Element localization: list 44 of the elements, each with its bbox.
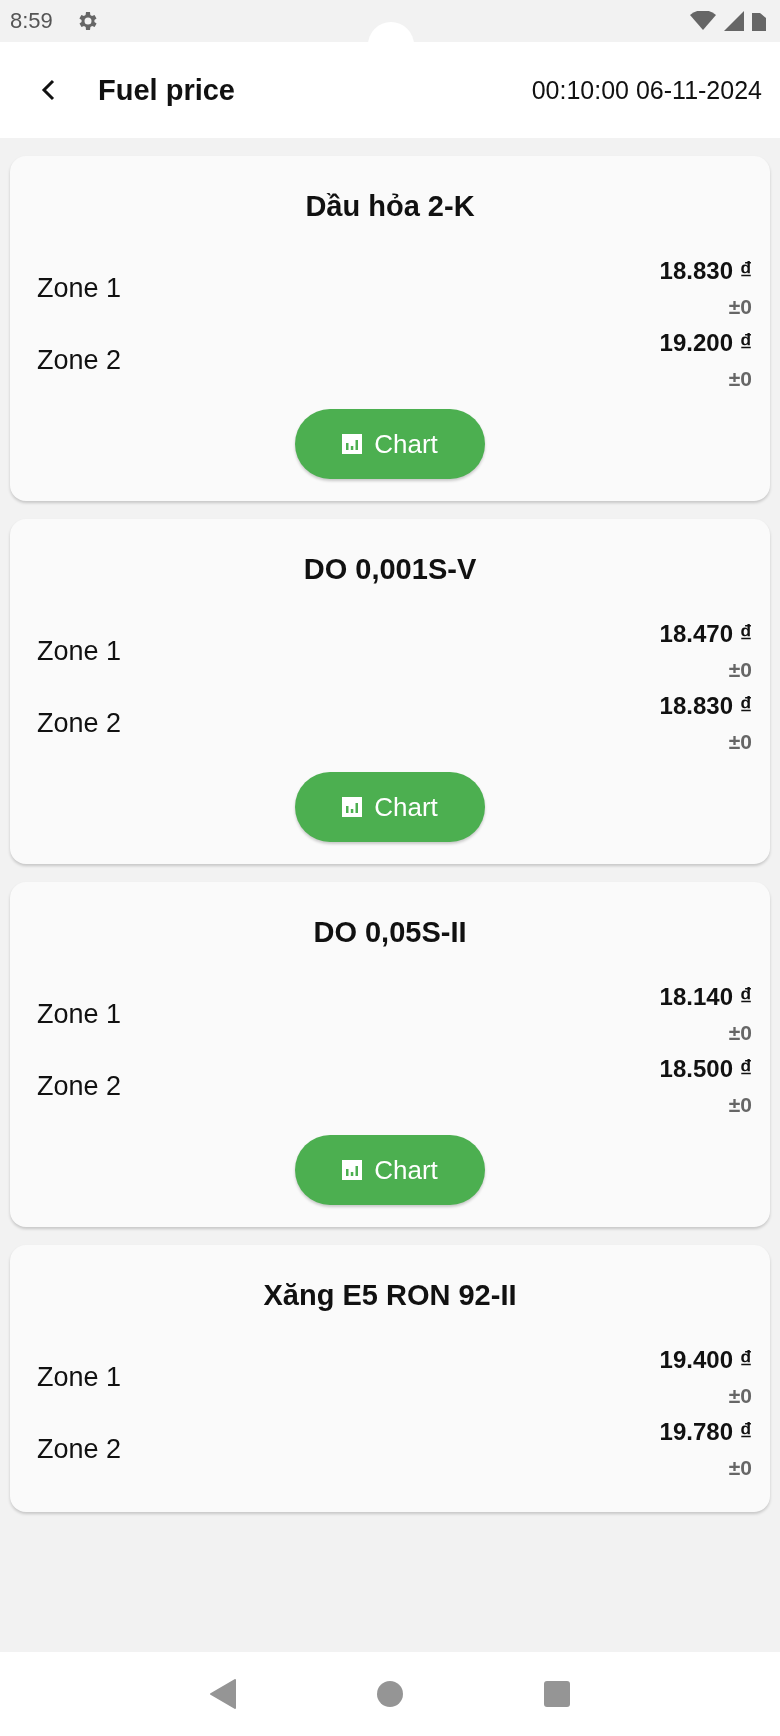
zone-label: Zone 1 [37, 272, 122, 304]
battery-icon [752, 11, 766, 31]
signal-icon [724, 11, 744, 31]
recents-nav-icon[interactable] [543, 1681, 570, 1707]
back-icon[interactable] [40, 78, 56, 102]
chart-button[interactable]: Chart [295, 1135, 485, 1205]
chart-icon [342, 434, 363, 454]
fuel-name: Xăng E5 RON 92-II [262, 1279, 518, 1312]
price: 18.830 ₫ [659, 257, 752, 285]
price-change: ±0 [728, 295, 752, 319]
zone-label: Zone 1 [37, 1361, 122, 1393]
page-title: Fuel price [98, 73, 235, 107]
price: 19.400 ₫ [659, 1346, 752, 1374]
chart-icon [342, 1160, 363, 1180]
price: 18.500 ₫ [659, 1055, 752, 1083]
price: 18.140 ₫ [659, 983, 752, 1011]
price-change: ±0 [728, 730, 752, 754]
fuel-name: DO 0,05S-II [312, 916, 468, 949]
price: 19.200 ₫ [659, 329, 752, 357]
chart-button[interactable]: Chart [295, 772, 485, 842]
back-nav-icon[interactable] [210, 1679, 237, 1709]
price-change: ±0 [728, 1021, 752, 1045]
price-change: ±0 [728, 367, 752, 391]
home-nav-icon[interactable] [377, 1681, 403, 1707]
chart-icon [342, 797, 363, 817]
price-change: ±0 [728, 1093, 752, 1117]
fuel-name: Dầu hỏa 2-K [304, 190, 476, 223]
price-change: ±0 [728, 1384, 752, 1408]
price: 18.470 ₫ [659, 620, 752, 648]
status-time: 8:59 [10, 8, 53, 34]
zone-label: Zone 2 [37, 707, 122, 739]
zone-label: Zone 1 [37, 998, 122, 1030]
wifi-icon [690, 11, 716, 31]
price: 18.830 ₫ [659, 692, 752, 720]
chart-button[interactable]: Chart [295, 409, 485, 479]
zone-label: Zone 1 [37, 635, 122, 667]
zone-label: Zone 2 [37, 1070, 122, 1102]
update-time: 00:10:00 06-11-2024 [531, 75, 762, 105]
zone-label: Zone 2 [37, 1433, 122, 1465]
price: 19.780 ₫ [659, 1418, 752, 1446]
zone-label: Zone 2 [37, 344, 122, 376]
price-change: ±0 [728, 658, 752, 682]
price-change: ±0 [728, 1456, 752, 1480]
fuel-name: DO 0,001S-V [302, 553, 478, 586]
